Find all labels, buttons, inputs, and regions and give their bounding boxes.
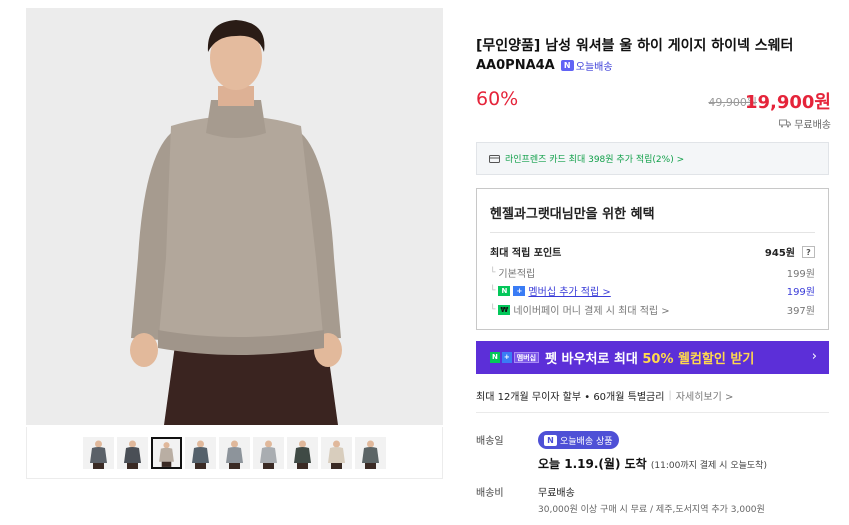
membership-points-row: └ N + 멤버십 추가 적립 > 199원 [490, 283, 815, 298]
divider [490, 232, 815, 233]
branch-icon: └ [490, 304, 496, 315]
product-code: AA0PNA4A [476, 58, 555, 73]
promo-text-highlight: 50% 웰컴할인 받기 [642, 352, 755, 367]
product-code-row: AA0PNA4A N 오늘배송 [476, 58, 613, 73]
sweater-thumbnail-icon [362, 440, 379, 469]
sweater-thumbnail-icon [260, 440, 277, 469]
shipping-fee-value: 무료배송 [538, 488, 575, 499]
arrival-note: (11:00까지 결제 시 오늘도착) [650, 461, 767, 471]
naver-n-icon: N [490, 352, 500, 363]
naver-n-icon: N [498, 285, 511, 296]
arrival-main: 오늘 1.19.(월) 도착 [538, 457, 647, 471]
installment-info: 최대 12개월 무이자 할부 • 60개월 특별금리 | 자세히보기 > [476, 388, 733, 403]
card-benefit-banner[interactable]: 라인프렌즈 카드 최대 398원 추가 적립(2%) > [476, 142, 829, 175]
sweater-thumbnail-icon [159, 441, 174, 467]
pet-voucher-promo-banner[interactable]: N + 멤버십 펫 바우처로 최대 50% 웰컴할인 받기 › [476, 341, 829, 374]
discount-rate: 60% [476, 88, 519, 110]
membership-badges: N + 멤버십 [490, 352, 540, 363]
today-delivery-tag[interactable]: N 오늘배송 [560, 58, 613, 73]
max-points-value: 945원 [764, 248, 795, 259]
free-shipping-label: 무료배송 [794, 120, 831, 131]
product-thumbnail[interactable] [253, 436, 284, 469]
membership-points-link[interactable]: 멤버십 추가 적립 > [528, 283, 610, 298]
benefit-title: 헨젤과그랫대님만을 위한 혜택 [490, 207, 655, 222]
shipping-fee-note: 30,000원 이상 구매 시 무료 / 제주,도서지역 추가 3,000원 [538, 505, 765, 515]
basic-points-value: 199원 [786, 269, 815, 280]
sweater-thumbnail-icon [328, 440, 345, 469]
basic-points-row: └ 기본적립 199원 [490, 265, 815, 281]
product-thumbnail[interactable] [355, 436, 386, 469]
promo-text: 펫 바우처로 최대 50% 웰컴할인 받기 [545, 348, 754, 367]
sale-price: 19,900원 [744, 92, 831, 113]
sweater-thumbnail-icon [90, 440, 107, 469]
plus-icon: + [501, 352, 512, 363]
product-thumbnail[interactable] [287, 436, 318, 469]
promo-text-main: 펫 바우처로 최대 [545, 352, 643, 367]
free-shipping-info: 무료배송 [779, 116, 831, 131]
product-thumbnail[interactable] [117, 436, 148, 469]
naverpay-points-link[interactable]: 네이버페이 머니 결제 시 최대 적립 > [513, 302, 669, 317]
branch-icon: └ [490, 285, 496, 296]
card-icon [489, 154, 500, 163]
card-benefit-text: 라인프렌즈 카드 최대 398원 추가 적립(2%) > [505, 155, 685, 165]
max-points-row: 최대 적립 포인트 945원 ? [490, 244, 815, 259]
basic-points-label: 기본적립 [498, 269, 536, 280]
membership-points-value: 199원 [786, 287, 815, 298]
plus-icon: + [513, 285, 526, 296]
max-points-label: 최대 적립 포인트 [490, 248, 562, 259]
installment-more-link[interactable]: 자세히보기 > [676, 388, 734, 403]
product-thumbnail[interactable] [151, 436, 182, 469]
naverpay-icon: ₩ [498, 304, 511, 315]
sweater-thumbnail-icon [226, 440, 243, 469]
product-title: [무인양품] 남성 워셔블 울 하이 게이지 하이넥 스웨터 [476, 38, 794, 54]
product-thumbnail[interactable] [83, 436, 114, 469]
arrival-date: 오늘 1.19.(월) 도착 (11:00까지 결제 시 오늘도착) [538, 455, 767, 472]
today-delivery-label: 오늘배송 [575, 62, 613, 73]
shipping-fee-label: 배송비 [476, 488, 504, 499]
naverpay-points-value: 397원 [786, 306, 815, 317]
sweater-thumbnail-icon [294, 440, 311, 469]
installment-text: 최대 12개월 무이자 할부 • 60개월 특별금리 [476, 392, 665, 403]
product-main-image[interactable] [26, 8, 443, 425]
sweater-thumbnail-icon [192, 440, 209, 469]
naverpay-points-row: └ ₩ 네이버페이 머니 결제 시 최대 적립 > 397원 [490, 302, 815, 317]
chevron-right-icon: › [811, 349, 817, 364]
branch-icon: └ [490, 267, 496, 278]
product-thumbnail[interactable] [321, 436, 352, 469]
thumbnail-strip [26, 427, 443, 479]
product-info-panel: [무인양품] 남성 워셔블 울 하이 게이지 하이넥 스웨터 AA0PNA4A … [476, 0, 831, 525]
truck-icon [779, 119, 792, 128]
divider: | [668, 390, 672, 401]
membership-badge: 멤버십 [513, 352, 540, 363]
product-thumbnail[interactable] [219, 436, 250, 469]
today-delivery-pill: N 오늘배송 상품 [538, 431, 619, 449]
delivery-date-label: 배송일 [476, 436, 504, 447]
product-thumbnail[interactable] [185, 436, 216, 469]
sweater-thumbnail-icon [124, 440, 141, 469]
naver-n-icon: N [560, 60, 574, 71]
today-delivery-pill-label: 오늘배송 상품 [560, 436, 613, 447]
divider [476, 412, 829, 413]
benefit-box: 헨젤과그랫대님만을 위한 혜택 최대 적립 포인트 945원 ? └ 기본적립 1… [476, 188, 829, 330]
help-icon[interactable]: ? [802, 245, 815, 258]
naver-n-icon: N [544, 434, 557, 446]
